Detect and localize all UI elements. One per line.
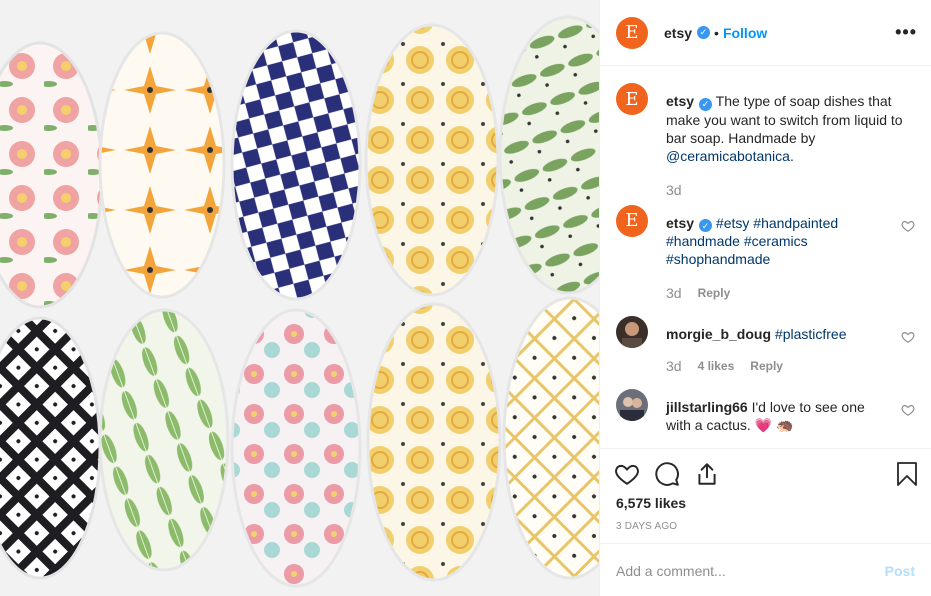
share-icon[interactable]: [694, 461, 720, 487]
like-comment-heart-icon[interactable]: [901, 403, 915, 417]
hashtag-link[interactable]: #shophandmade: [666, 251, 770, 267]
comment-time[interactable]: 3d: [666, 284, 682, 302]
comment-avatar[interactable]: [616, 389, 648, 421]
hashtag-link[interactable]: #plasticfree: [775, 326, 847, 342]
comment-item: jillstarling66 I'd love to see one with …: [616, 389, 915, 434]
heart-icon[interactable]: [614, 461, 640, 487]
like-comment-heart-icon[interactable]: [901, 219, 915, 233]
caption-text: etsy ✓ The type of soap dishes that make …: [666, 92, 915, 165]
comment-username[interactable]: jillstarling66: [666, 399, 748, 415]
comment-meta: 3d Reply: [666, 284, 889, 302]
hashtag-link[interactable]: #handmade: [666, 233, 740, 249]
comment-meta: 3d 4 likes Reply: [666, 357, 889, 375]
comment-time[interactable]: 3d: [666, 181, 682, 199]
post-comment-button[interactable]: Post: [885, 563, 915, 579]
like-comment-heart-icon[interactable]: [901, 330, 915, 344]
caption-comment: E etsy ✓ The type of soap dishes that mak…: [616, 83, 915, 199]
comment-text: morgie_b_doug #plasticfree: [666, 325, 889, 343]
follow-button[interactable]: Follow: [723, 25, 767, 41]
post-date[interactable]: 3 DAYS AGO: [616, 521, 677, 532]
comment-item: E etsy ✓ #etsy #handpainted #handmade #ce…: [616, 204, 915, 303]
hashtag-link[interactable]: #handpainted: [753, 215, 838, 231]
hashtag-link[interactable]: #etsy: [716, 215, 749, 231]
verified-badge-icon: ✓: [699, 97, 713, 111]
comment-item: morgie_b_doug #plasticfree 3d 4 likes Re…: [616, 316, 915, 375]
post-sidebar: E etsy ✓ • Follow ••• E etsy ✓ The type o…: [599, 0, 931, 596]
comment-icon[interactable]: [654, 461, 680, 487]
comment-text: jillstarling66 I'd love to see one with …: [666, 398, 889, 434]
add-comment-bar: Post: [600, 543, 931, 596]
reply-button[interactable]: Reply: [698, 284, 731, 302]
post-header: E etsy ✓ • Follow •••: [600, 0, 931, 66]
comment-username[interactable]: morgie_b_doug: [666, 326, 771, 342]
like-count[interactable]: 6,575 likes: [616, 495, 686, 511]
author-username[interactable]: etsy: [664, 25, 692, 41]
caption-suffix: .: [789, 147, 794, 164]
more-options-icon[interactable]: •••: [895, 22, 917, 43]
soap-dishes-photo: [0, 0, 599, 596]
comment-avatar[interactable]: E: [616, 83, 648, 115]
separator-dot: •: [714, 24, 719, 41]
comment-avatar[interactable]: [616, 316, 648, 348]
comment-like-count[interactable]: 4 likes: [698, 357, 735, 375]
comment-text: etsy ✓ #etsy #handpainted #handmade #cera…: [666, 214, 889, 269]
comment-time[interactable]: 3d: [666, 357, 682, 375]
hashtag-link[interactable]: #ceramics: [744, 233, 808, 249]
bookmark-icon[interactable]: [895, 461, 919, 487]
comment-meta: 3d: [666, 181, 915, 199]
comments-list[interactable]: E etsy ✓ The type of soap dishes that mak…: [600, 67, 931, 448]
reply-button[interactable]: Reply: [750, 357, 783, 375]
post-image[interactable]: [0, 0, 599, 596]
comment-input[interactable]: [616, 562, 885, 579]
author-avatar[interactable]: E: [616, 16, 648, 49]
verified-badge-icon: ✓: [699, 219, 713, 232]
comment-username[interactable]: etsy: [666, 93, 694, 109]
action-icons-bar: [614, 461, 919, 487]
comment-emoji: 💗 🦔: [754, 417, 794, 433]
comment-avatar[interactable]: E: [616, 204, 648, 237]
post-actions: 6,575 likes 3 DAYS AGO Post: [600, 448, 931, 596]
mention-link[interactable]: @ceramicabotanica: [666, 148, 790, 164]
verified-badge-icon: ✓: [697, 26, 711, 39]
comment-username[interactable]: etsy: [666, 215, 694, 231]
